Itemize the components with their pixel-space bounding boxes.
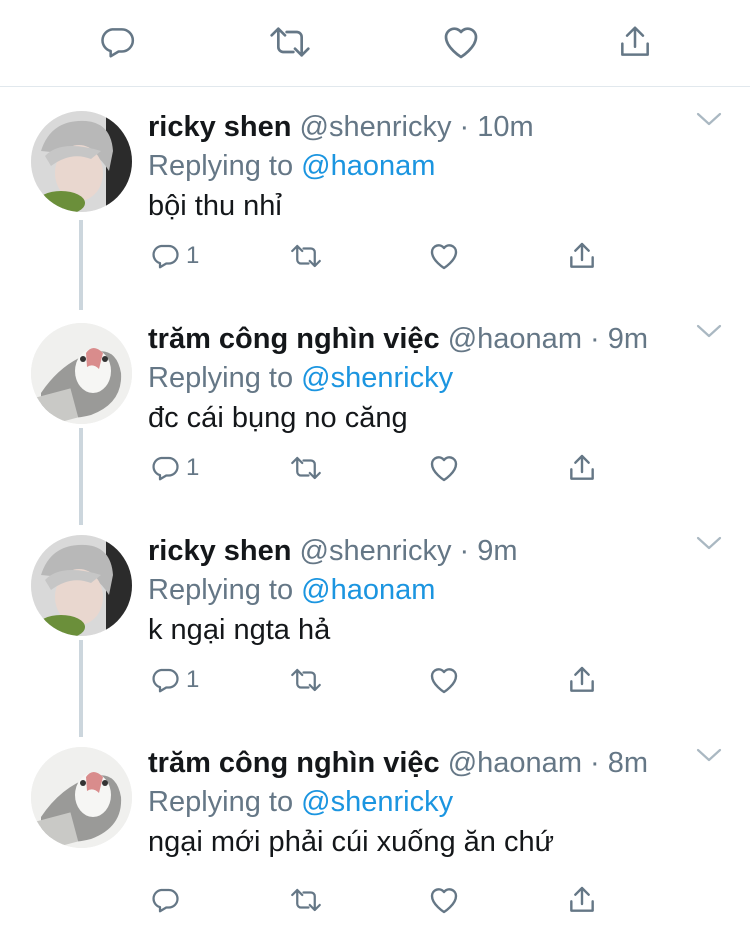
retweet-button[interactable] bbox=[288, 882, 324, 918]
display-name[interactable]: ricky shen bbox=[148, 111, 291, 143]
tweet-actions: 1 bbox=[148, 450, 618, 486]
handle[interactable]: @haonam bbox=[448, 323, 582, 355]
like-button[interactable] bbox=[428, 662, 460, 698]
display-name[interactable]: trăm công nghìn việc bbox=[148, 323, 440, 355]
replying-to-label: Replying to bbox=[148, 574, 302, 606]
timestamp[interactable]: 8m bbox=[608, 747, 648, 779]
retweet-button[interactable] bbox=[288, 238, 324, 274]
like-icon bbox=[430, 888, 458, 914]
share-icon[interactable] bbox=[613, 20, 657, 64]
share-icon bbox=[570, 886, 594, 912]
tweet-item[interactable]: ricky shen @shenricky · 9m Replying to @… bbox=[0, 512, 750, 737]
retweet-button[interactable] bbox=[288, 450, 324, 486]
tweet-header: ricky shen @shenricky · 9m bbox=[148, 533, 518, 569]
separator-dot: · bbox=[590, 747, 600, 779]
reply-icon bbox=[152, 668, 179, 693]
retweet-icon bbox=[291, 668, 321, 692]
tweet-item[interactable]: ricky shen @shenricky · 10m Replying to … bbox=[0, 88, 750, 310]
display-name[interactable]: trăm công nghìn việc bbox=[148, 747, 440, 779]
tweet-text: đc cái bụng no căng bbox=[148, 402, 408, 434]
tweet-header: ricky shen @shenricky · 10m bbox=[148, 109, 534, 145]
share-icon bbox=[570, 242, 594, 268]
like-icon bbox=[430, 244, 458, 270]
tweet-actions bbox=[148, 882, 618, 918]
share-button[interactable] bbox=[566, 662, 598, 698]
replying-to-label: Replying to bbox=[148, 362, 302, 394]
like-icon bbox=[430, 456, 458, 482]
timestamp[interactable]: 9m bbox=[608, 323, 648, 355]
tweet-actions: 1 bbox=[148, 238, 618, 274]
retweet-icon bbox=[291, 456, 321, 480]
handle[interactable]: @shenricky bbox=[300, 111, 452, 143]
replying-to: Replying to @shenricky bbox=[148, 360, 453, 396]
reply-icon bbox=[152, 244, 179, 269]
share-icon bbox=[570, 666, 594, 692]
avatar[interactable] bbox=[31, 747, 132, 848]
like-button[interactable] bbox=[428, 882, 460, 918]
tweet-header: trăm công nghìn việc @haonam · 9m bbox=[148, 321, 648, 357]
top-action-bar bbox=[0, 0, 750, 87]
tweet-actions: 1 bbox=[148, 662, 618, 698]
thread-line bbox=[79, 220, 83, 310]
reply-button[interactable]: 1 bbox=[150, 238, 199, 274]
like-button[interactable] bbox=[428, 238, 460, 274]
handle[interactable]: @shenricky bbox=[300, 535, 452, 567]
reply-count: 1 bbox=[186, 242, 200, 269]
thread-line bbox=[79, 640, 83, 737]
tweet-header: trăm công nghìn việc @haonam · 8m bbox=[148, 745, 648, 781]
like-icon bbox=[430, 668, 458, 694]
share-button[interactable] bbox=[566, 238, 598, 274]
tweet-text: ngại mới phải cúi xuống ăn chứ bbox=[148, 826, 554, 858]
thread-line bbox=[79, 428, 83, 525]
retweet-button[interactable] bbox=[288, 662, 324, 698]
replying-to: Replying to @shenricky bbox=[148, 784, 453, 820]
tweet-text: bội thu nhỉ bbox=[148, 190, 282, 222]
timestamp[interactable]: 10m bbox=[477, 111, 533, 143]
reply-button[interactable]: 1 bbox=[150, 662, 199, 698]
chevron-down-icon[interactable] bbox=[695, 322, 723, 344]
replying-to: Replying to @haonam bbox=[148, 572, 435, 608]
reply-count: 1 bbox=[186, 454, 200, 481]
separator-dot: · bbox=[459, 111, 470, 143]
share-button[interactable] bbox=[566, 882, 598, 918]
reply-button[interactable]: 1 bbox=[150, 450, 199, 486]
avatar[interactable] bbox=[31, 111, 132, 212]
replying-to-label: Replying to bbox=[148, 150, 302, 182]
tweet-item[interactable]: trăm công nghìn việc @haonam · 8m Replyi… bbox=[0, 724, 750, 936]
reply-button[interactable] bbox=[150, 882, 186, 918]
like-icon[interactable] bbox=[439, 20, 483, 64]
mention-link[interactable]: @shenricky bbox=[301, 786, 453, 818]
display-name[interactable]: ricky shen bbox=[148, 535, 291, 567]
separator-dot: · bbox=[590, 323, 600, 355]
separator-dot: · bbox=[459, 535, 470, 567]
share-button[interactable] bbox=[566, 450, 598, 486]
share-icon bbox=[570, 454, 594, 480]
avatar[interactable] bbox=[31, 323, 132, 424]
handle[interactable]: @haonam bbox=[448, 747, 582, 779]
replying-to: Replying to @haonam bbox=[148, 148, 435, 184]
replying-to-label: Replying to bbox=[148, 786, 302, 818]
retweet-icon bbox=[291, 244, 321, 268]
reply-icon[interactable] bbox=[95, 20, 139, 64]
mention-link[interactable]: @haonam bbox=[301, 150, 435, 182]
retweet-icon[interactable] bbox=[268, 20, 312, 64]
chevron-down-icon[interactable] bbox=[695, 110, 723, 132]
like-button[interactable] bbox=[428, 450, 460, 486]
reply-icon bbox=[152, 456, 179, 481]
chevron-down-icon[interactable] bbox=[695, 746, 723, 768]
reply-count: 1 bbox=[186, 666, 200, 693]
retweet-icon bbox=[291, 888, 321, 912]
tweet-text: k ngại ngta hả bbox=[148, 614, 331, 646]
timestamp[interactable]: 9m bbox=[477, 535, 517, 567]
mention-link[interactable]: @haonam bbox=[301, 574, 435, 606]
reply-icon bbox=[152, 888, 179, 913]
mention-link[interactable]: @shenricky bbox=[301, 362, 453, 394]
chevron-down-icon[interactable] bbox=[695, 534, 723, 556]
avatar[interactable] bbox=[31, 535, 132, 636]
tweet-item[interactable]: trăm công nghìn việc @haonam · 9m Replyi… bbox=[0, 300, 750, 525]
